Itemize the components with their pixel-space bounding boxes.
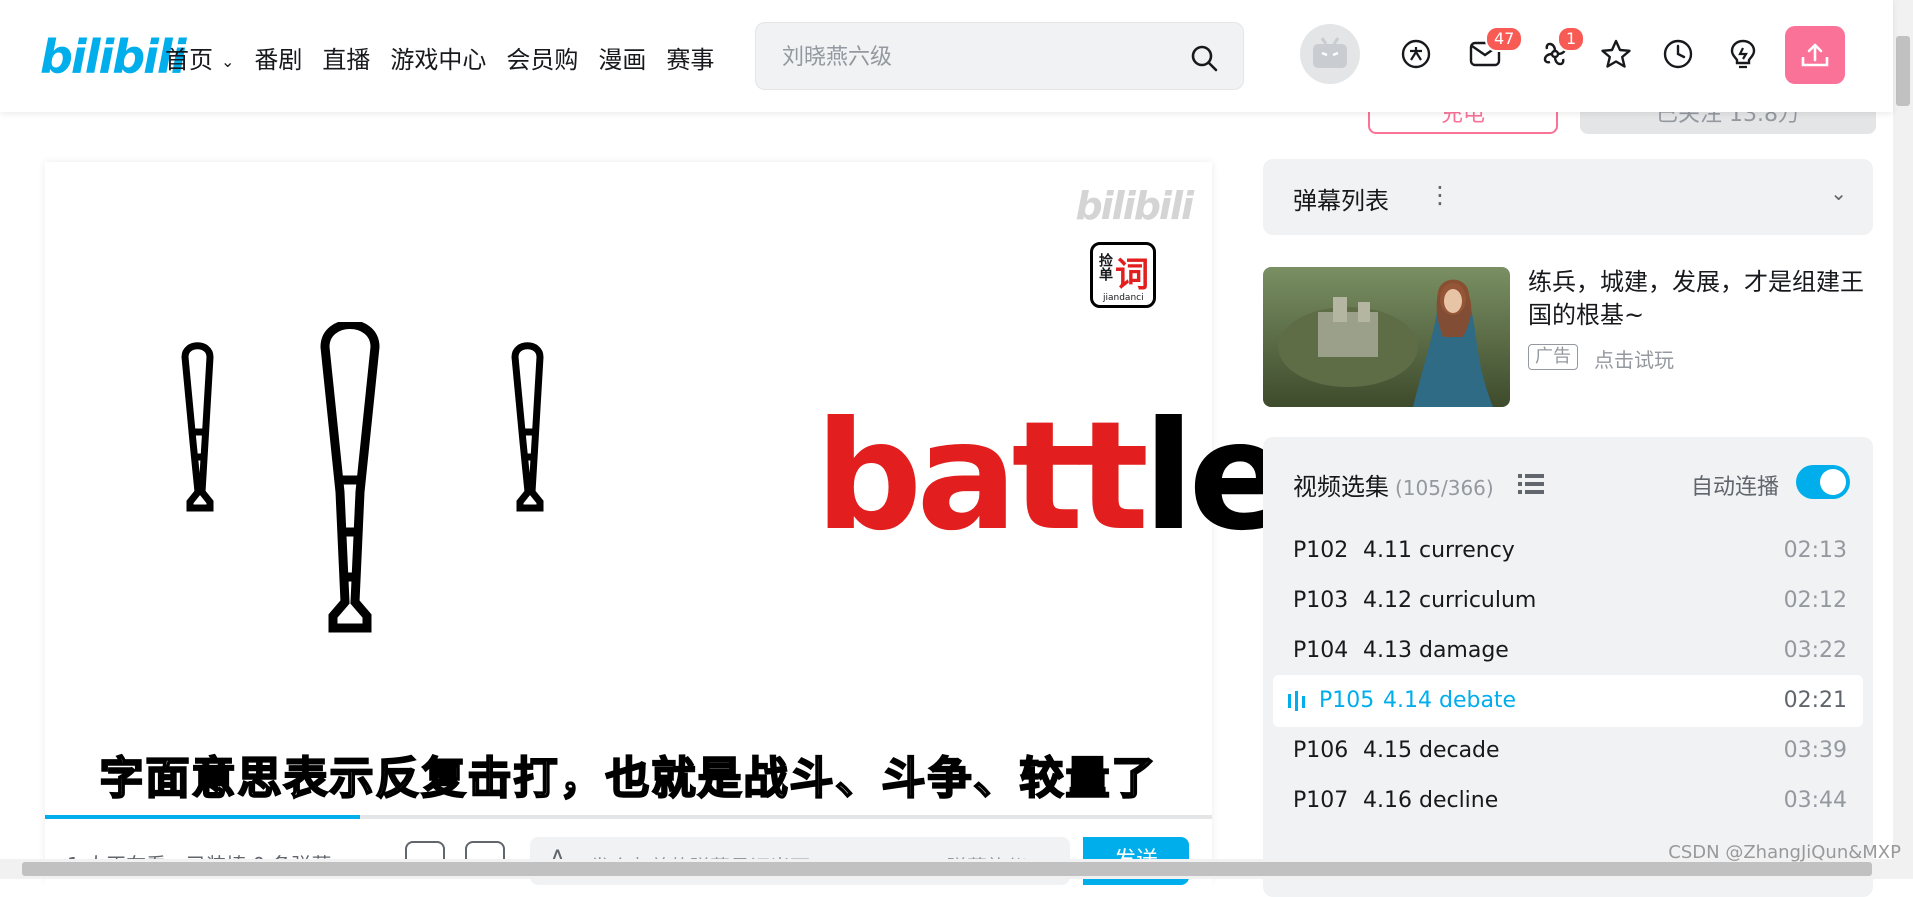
list-view-icon[interactable] xyxy=(1518,473,1544,495)
danmaku-list-panel[interactable]: 弹幕列表 ⋮ ⌄ xyxy=(1263,159,1873,235)
episode-duration: 03:39 xyxy=(1783,738,1847,763)
bilibili-watermark: bilibili xyxy=(1075,184,1194,228)
nav-esports[interactable]: 赛事 xyxy=(666,40,714,75)
vocab-word: battle xyxy=(815,402,1290,552)
episode-number: P102 xyxy=(1293,538,1349,563)
nav-home-label: 首页 xyxy=(165,46,213,74)
search-icon[interactable] xyxy=(1189,43,1219,73)
playlist-header: 视频选集 (105/366) xyxy=(1293,467,1494,502)
dynamic-icon[interactable]: 1 xyxy=(1537,26,1586,72)
now-playing-icon xyxy=(1288,691,1305,711)
creation-center-icon[interactable] xyxy=(1725,36,1761,72)
vertical-scrollbar[interactable] xyxy=(1893,0,1913,859)
episode-number: P104 xyxy=(1293,638,1349,663)
ad-title[interactable]: 练兵，城建，发展，才是组建王国的根基~ xyxy=(1528,266,1878,332)
csdn-watermark: CSDN @ZhangJiQun&MXP xyxy=(1668,842,1901,863)
episode-number: P107 xyxy=(1293,788,1349,813)
upload-icon xyxy=(1801,43,1829,67)
episode-item[interactable]: P106 4.15 decade 03:39 xyxy=(1273,725,1863,777)
nav-shop[interactable]: 会员购 xyxy=(506,40,578,75)
playlist-count: (105/366) xyxy=(1395,476,1494,500)
upload-button[interactable] xyxy=(1785,26,1845,84)
nav-game-center[interactable]: 游戏中心 xyxy=(390,40,486,75)
favorite-icon[interactable] xyxy=(1598,36,1634,72)
nav-home[interactable]: 首页 ⌄ xyxy=(165,40,234,75)
episode-duration: 03:22 xyxy=(1783,638,1847,663)
jiandanci-logo: 捡单 词 jiandanci xyxy=(1090,242,1156,308)
nav-live[interactable]: 直播 xyxy=(322,40,370,75)
episode-duration: 02:12 xyxy=(1783,588,1847,613)
vocab-word-red: batt xyxy=(815,390,1149,564)
episode-title: 4.13 damage xyxy=(1363,638,1509,663)
ad-badge: 广告 xyxy=(1528,344,1578,370)
horizontal-scroll-thumb[interactable] xyxy=(22,862,1872,876)
episode-title: 4.12 curriculum xyxy=(1363,588,1537,613)
episode-item[interactable]: P104 4.13 damage 03:22 xyxy=(1273,625,1863,677)
ad-thumbnail[interactable] xyxy=(1263,267,1510,407)
baseball-bats-illustration xyxy=(181,322,544,633)
episode-title: 4.11 currency xyxy=(1363,538,1515,563)
bilibili-logo[interactable]: bilibili xyxy=(40,30,186,84)
episode-number: P106 xyxy=(1293,738,1349,763)
autoplay-label: 自动连播 xyxy=(1691,475,1780,500)
jd-logo-ci: 词 xyxy=(1115,255,1149,295)
video-subtitle: 字面意思表示反复击打，也就是战斗、斗争、较量了 xyxy=(99,752,1158,805)
top-header: bilibili 首页 ⌄ 番剧 直播 游戏中心 会员购 漫画 赛事 47 1 xyxy=(0,0,1893,112)
episode-item[interactable]: P102 4.11 currency 02:13 xyxy=(1273,525,1863,577)
vertical-scroll-thumb[interactable] xyxy=(1896,36,1910,106)
chevron-down-icon[interactable]: ⌄ xyxy=(1830,181,1847,205)
chevron-down-icon: ⌄ xyxy=(221,51,235,71)
horizontal-scrollbar[interactable] xyxy=(0,859,1913,879)
message-icon[interactable]: 47 xyxy=(1467,26,1524,72)
toggle-knob xyxy=(1820,469,1846,495)
jd-logo-text: jiandanci xyxy=(1103,293,1144,303)
history-icon[interactable] xyxy=(1660,36,1696,72)
episode-number: P105 xyxy=(1319,688,1375,713)
bat-center xyxy=(320,322,380,633)
jd-logo-chars: 捡单 xyxy=(1097,253,1113,281)
message-badge: 47 xyxy=(1485,26,1524,52)
episode-title: 4.15 decade xyxy=(1363,738,1500,763)
avatar[interactable] xyxy=(1300,24,1360,84)
episode-item-active[interactable]: P105 4.14 debate 02:21 xyxy=(1273,675,1863,727)
search-input[interactable] xyxy=(780,41,1164,73)
dynamic-badge: 1 xyxy=(1557,26,1586,52)
bat-right xyxy=(511,342,544,512)
episode-duration: 03:44 xyxy=(1783,788,1847,813)
tv-avatar-icon xyxy=(1313,37,1347,68)
more-options-icon[interactable]: ⋮ xyxy=(1428,181,1452,209)
search-box xyxy=(755,22,1244,90)
nav-anime[interactable]: 番剧 xyxy=(254,40,302,75)
playlist-title: 视频选集 xyxy=(1293,473,1389,501)
ad-play-link[interactable]: 点击试玩 xyxy=(1594,344,1674,373)
episode-item[interactable]: P103 4.12 curriculum 02:12 xyxy=(1273,575,1863,627)
episode-duration: 02:13 xyxy=(1783,538,1847,563)
main-nav: 首页 ⌄ 番剧 直播 游戏中心 会员购 漫画 赛事 xyxy=(165,40,734,75)
dachou-icon[interactable] xyxy=(1398,36,1434,72)
autoplay-toggle[interactable] xyxy=(1796,465,1850,499)
episode-number: P103 xyxy=(1293,588,1349,613)
episode-title: 4.14 debate xyxy=(1383,688,1517,713)
bat-left xyxy=(181,342,214,512)
episode-duration: 02:21 xyxy=(1783,688,1847,713)
episode-item[interactable]: P107 4.16 decline 03:44 xyxy=(1273,775,1863,827)
danmaku-list-title: 弹幕列表 xyxy=(1293,187,1389,215)
nav-manga[interactable]: 漫画 xyxy=(598,40,646,75)
episode-title: 4.16 decline xyxy=(1363,788,1499,813)
video-playlist: 视频选集 (105/366) 自动连播 P102 4.11 currency 02… xyxy=(1263,437,1873,897)
video-player[interactable]: bilibili 捡单 词 jiandanci battle 字面意思表示反复击… xyxy=(45,162,1290,889)
